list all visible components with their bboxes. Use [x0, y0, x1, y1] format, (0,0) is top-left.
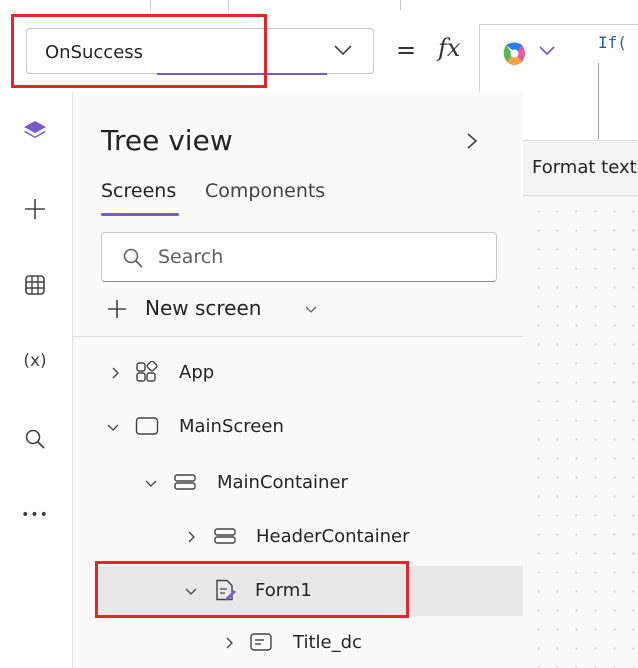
- tab-screens[interactable]: Screens: [101, 180, 176, 202]
- rail-tree-view[interactable]: [18, 114, 52, 148]
- screen-icon: [135, 417, 159, 435]
- rail-data[interactable]: [18, 268, 52, 302]
- fx-icon: fx: [438, 34, 461, 62]
- chevron-down-icon: [334, 45, 352, 56]
- panel-divider: [73, 336, 523, 337]
- ruler-ticks: [150, 0, 450, 10]
- new-screen-label: New screen: [145, 296, 262, 320]
- tab-selected-indicator: [101, 213, 179, 216]
- search-input[interactable]: Search: [101, 232, 497, 282]
- highlight-box-property: [11, 14, 267, 88]
- rail-search[interactable]: [18, 422, 52, 456]
- equals-sign: =: [396, 36, 417, 64]
- rail-variables[interactable]: (x): [18, 344, 52, 378]
- rail-more[interactable]: •••: [18, 498, 52, 532]
- chevron-down-icon[interactable]: [107, 421, 119, 433]
- tree-node-label: App: [179, 362, 215, 383]
- chevron-down-icon[interactable]: [145, 477, 157, 489]
- chevron-right-icon[interactable]: [223, 637, 235, 649]
- tree-node-label: MainScreen: [179, 416, 284, 437]
- app-icon: [136, 361, 158, 382]
- tree-node-label: Title_dc: [293, 632, 362, 653]
- variables-icon: (x): [23, 351, 47, 371]
- chevron-right-icon[interactable]: [185, 531, 197, 543]
- copilot-chevron-icon[interactable]: [538, 45, 556, 57]
- tree-node-maincontainer[interactable]: MainContainer: [73, 460, 523, 504]
- container-icon: [174, 474, 196, 490]
- table-icon: [25, 275, 45, 295]
- highlight-box-form1: [95, 561, 409, 618]
- left-rail: (x) •••: [0, 92, 73, 668]
- tree-node-headercontainer[interactable]: HeaderContainer: [73, 514, 523, 558]
- datacard-icon: [250, 633, 272, 651]
- tree-node-label: HeaderContainer: [256, 526, 410, 547]
- formula-divider: [598, 63, 599, 139]
- formula-text[interactable]: If(: [598, 33, 627, 52]
- design-canvas[interactable]: [523, 196, 638, 668]
- magnifier-icon: [25, 429, 45, 449]
- tree-node-mainscreen[interactable]: MainScreen: [73, 404, 523, 448]
- plus-icon: [108, 300, 126, 318]
- copilot-icon[interactable]: [500, 39, 530, 69]
- tab-components[interactable]: Components: [205, 180, 325, 202]
- tree-node-app[interactable]: App: [73, 350, 523, 394]
- search-placeholder: Search: [158, 246, 224, 268]
- format-text-label: Format text: [532, 157, 637, 178]
- panel-title: Tree view: [101, 124, 233, 157]
- plus-icon: [25, 199, 45, 219]
- chevron-right-icon[interactable]: [109, 367, 121, 379]
- tree-node-label: MainContainer: [217, 472, 348, 493]
- chevron-down-icon: [305, 306, 317, 313]
- search-icon: [123, 248, 143, 268]
- tree-node-title-dc[interactable]: Title_dc: [73, 620, 523, 664]
- collapse-panel-icon[interactable]: [465, 132, 479, 150]
- layers-icon: [24, 121, 46, 138]
- more-icon: •••: [21, 507, 49, 523]
- container-icon: [214, 528, 236, 544]
- rail-insert[interactable]: [18, 192, 52, 226]
